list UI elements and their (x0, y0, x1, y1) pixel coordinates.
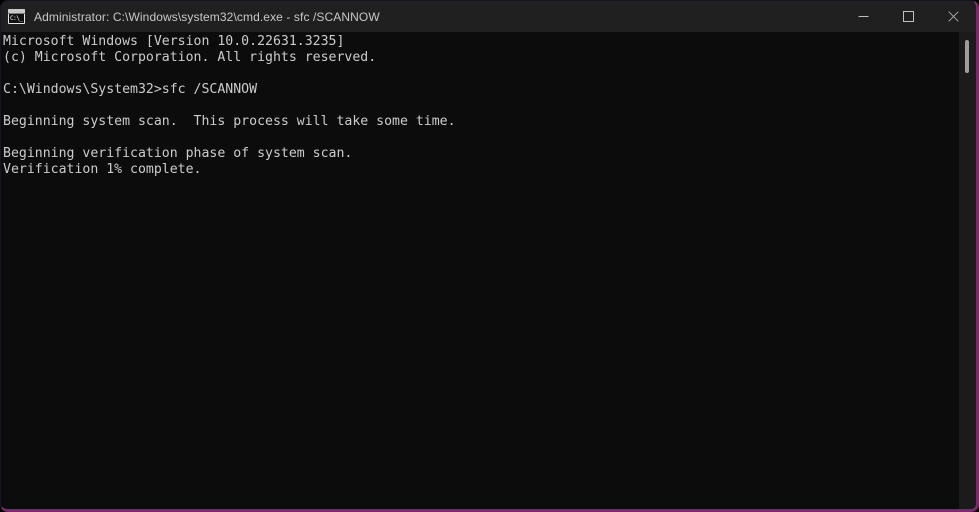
terminal-scrollbar[interactable] (959, 32, 976, 509)
terminal-output-area[interactable]: Microsoft Windows [Version 10.0.22631.32… (1, 32, 959, 509)
command-prompt-window: C:\_ Administrator: C:\Windows\system32\… (0, 0, 979, 512)
window-titlebar[interactable]: C:\_ Administrator: C:\Windows\system32\… (1, 1, 976, 32)
icon-prompt-glyph: C:\_ (10, 15, 23, 22)
maximize-button[interactable] (886, 1, 931, 32)
cmd-exe-icon: C:\_ (8, 9, 25, 24)
terminal-text: Microsoft Windows [Version 10.0.22631.32… (3, 34, 456, 177)
minimize-button[interactable] (841, 1, 886, 32)
close-icon (948, 11, 959, 22)
minimize-icon (858, 16, 869, 17)
window-title: Administrator: C:\Windows\system32\cmd.e… (34, 9, 380, 24)
close-button[interactable] (931, 1, 976, 32)
scrollbar-thumb[interactable] (965, 40, 969, 73)
window-controls (841, 1, 976, 32)
maximize-icon (903, 11, 914, 22)
